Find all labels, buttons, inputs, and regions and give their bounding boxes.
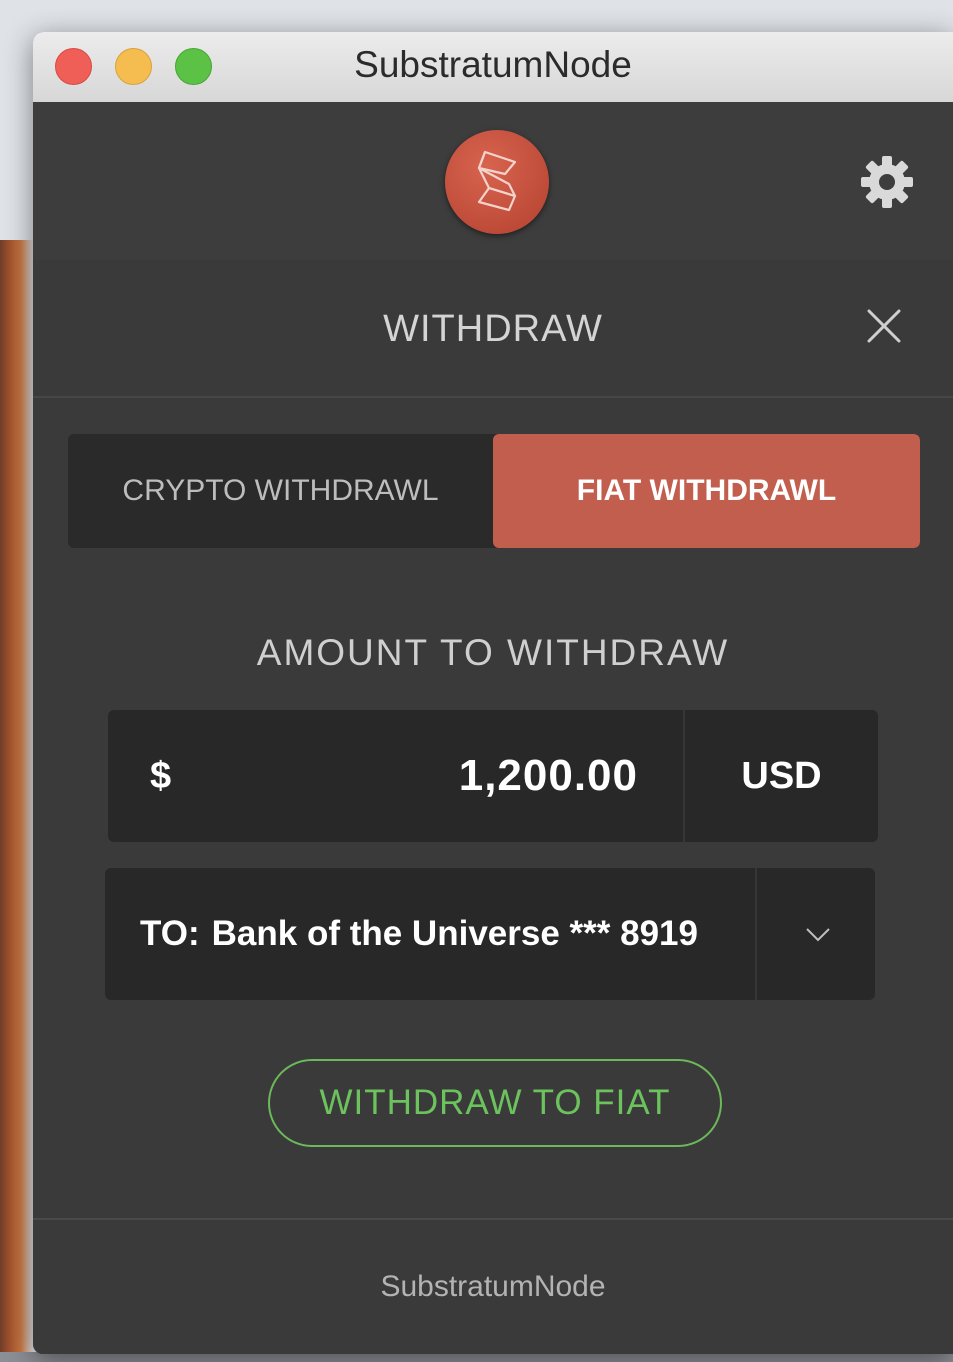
amount-input[interactable]: 1,200.00 xyxy=(218,710,638,842)
tab-crypto-withdrawl[interactable]: CRYPTO WITHDRAWL xyxy=(68,434,493,548)
withdraw-to-fiat-button[interactable]: WITHDRAW TO FIAT xyxy=(268,1059,722,1147)
gear-icon[interactable] xyxy=(859,154,915,210)
footer-text: SubstratumNode xyxy=(380,1270,606,1303)
substratum-logo-icon xyxy=(445,130,549,234)
tab-fiat-withdrawl[interactable]: FIAT WITHDRAWL xyxy=(493,434,920,548)
destination-label: TO: Bank of the Universe *** 8919 xyxy=(140,868,698,1000)
app-header xyxy=(33,102,953,262)
currency-selector[interactable]: USD xyxy=(685,710,878,842)
footer: SubstratumNode xyxy=(33,1218,953,1354)
titlebar: SubstratumNode xyxy=(33,32,953,103)
panel-title: WITHDRAW xyxy=(383,308,603,350)
withdraw-header: WITHDRAW xyxy=(33,260,953,398)
amount-field: $ 1,200.00 USD xyxy=(108,710,878,842)
window-title: SubstratumNode xyxy=(354,44,632,85)
withdraw-type-tabs: CRYPTO WITHDRAWL FIAT WITHDRAWL xyxy=(68,434,920,548)
amount-label: AMOUNT TO WITHDRAW xyxy=(256,632,730,673)
currency-sign: $ xyxy=(150,755,172,797)
destination-account: Bank of the Universe *** 8919 xyxy=(211,914,698,953)
destination-prefix: TO: xyxy=(140,914,200,953)
app-window: SubstratumNode WITHDRAW CRYPTO WITHDRAWL… xyxy=(33,32,953,1354)
chevron-down-icon[interactable] xyxy=(805,922,831,946)
close-icon[interactable] xyxy=(866,308,902,344)
destination-account-select[interactable]: TO: Bank of the Universe *** 8919 xyxy=(105,868,875,1000)
destination-divider xyxy=(755,868,757,1000)
